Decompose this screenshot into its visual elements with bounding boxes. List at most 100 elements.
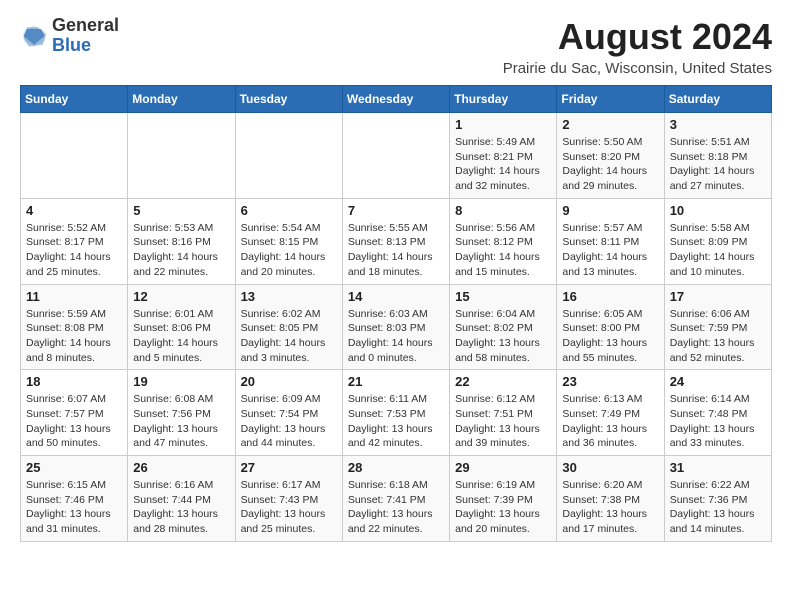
calendar-cell: 21 Sunrise: 6:11 AM Sunset: 7:53 PM Dayli… [342, 370, 449, 456]
day-of-week-header: Thursday [450, 86, 557, 113]
day-number: 18 [26, 374, 122, 389]
calendar-cell: 3 Sunrise: 5:51 AM Sunset: 8:18 PM Daylig… [664, 113, 771, 199]
day-info: Sunrise: 6:14 AM Sunset: 7:48 PM Dayligh… [670, 392, 766, 451]
day-info: Sunrise: 6:11 AM Sunset: 7:53 PM Dayligh… [348, 392, 444, 451]
day-of-week-header: Sunday [21, 86, 128, 113]
title-area: August 2024 Prairie du Sac, Wisconsin, U… [503, 16, 772, 77]
day-info: Sunrise: 6:05 AM Sunset: 8:00 PM Dayligh… [562, 307, 658, 366]
calendar-cell: 31 Sunrise: 6:22 AM Sunset: 7:36 PM Dayli… [664, 456, 771, 542]
day-info: Sunrise: 6:22 AM Sunset: 7:36 PM Dayligh… [670, 478, 766, 537]
day-info: Sunrise: 6:09 AM Sunset: 7:54 PM Dayligh… [241, 392, 337, 451]
calendar-cell: 2 Sunrise: 5:50 AM Sunset: 8:20 PM Daylig… [557, 113, 664, 199]
day-number: 10 [670, 203, 766, 218]
day-number: 6 [241, 203, 337, 218]
day-number: 15 [455, 289, 551, 304]
day-of-week-header: Tuesday [235, 86, 342, 113]
day-info: Sunrise: 6:13 AM Sunset: 7:49 PM Dayligh… [562, 392, 658, 451]
day-info: Sunrise: 6:08 AM Sunset: 7:56 PM Dayligh… [133, 392, 229, 451]
calendar-cell: 6 Sunrise: 5:54 AM Sunset: 8:15 PM Daylig… [235, 198, 342, 284]
day-number: 29 [455, 460, 551, 475]
calendar-cell: 1Sunrise: 5:49 AM Sunset: 8:21 PM Daylig… [450, 113, 557, 199]
day-info: Sunrise: 5:54 AM Sunset: 8:15 PM Dayligh… [241, 221, 337, 280]
calendar-cell: 5 Sunrise: 5:53 AM Sunset: 8:16 PM Daylig… [128, 198, 235, 284]
day-number: 22 [455, 374, 551, 389]
calendar-cell: 11Sunrise: 5:59 AM Sunset: 8:08 PM Dayli… [21, 284, 128, 370]
day-info: Sunrise: 5:51 AM Sunset: 8:18 PM Dayligh… [670, 135, 766, 194]
month-year-title: August 2024 [503, 16, 772, 58]
calendar-cell: 22 Sunrise: 6:12 AM Sunset: 7:51 PM Dayli… [450, 370, 557, 456]
day-info: Sunrise: 6:15 AM Sunset: 7:46 PM Dayligh… [26, 478, 122, 537]
day-info: Sunrise: 6:07 AM Sunset: 7:57 PM Dayligh… [26, 392, 122, 451]
day-number: 7 [348, 203, 444, 218]
day-number: 11 [26, 289, 122, 304]
calendar-cell [342, 113, 449, 199]
day-number: 17 [670, 289, 766, 304]
day-of-week-header: Friday [557, 86, 664, 113]
calendar-cell: 28 Sunrise: 6:18 AM Sunset: 7:41 PM Dayli… [342, 456, 449, 542]
calendar-week-row: 18 Sunrise: 6:07 AM Sunset: 7:57 PM Dayli… [21, 370, 772, 456]
calendar-cell [128, 113, 235, 199]
day-number: 1 [455, 117, 551, 132]
calendar-week-row: 1Sunrise: 5:49 AM Sunset: 8:21 PM Daylig… [21, 113, 772, 199]
calendar-cell: 25 Sunrise: 6:15 AM Sunset: 7:46 PM Dayli… [21, 456, 128, 542]
day-info: Sunrise: 5:58 AM Sunset: 8:09 PM Dayligh… [670, 221, 766, 280]
day-number: 26 [133, 460, 229, 475]
calendar-cell: 12Sunrise: 6:01 AM Sunset: 8:06 PM Dayli… [128, 284, 235, 370]
day-info: Sunrise: 5:57 AM Sunset: 8:11 PM Dayligh… [562, 221, 658, 280]
day-info: Sunrise: 6:04 AM Sunset: 8:02 PM Dayligh… [455, 307, 551, 366]
calendar-cell: 16 Sunrise: 6:05 AM Sunset: 8:00 PM Dayli… [557, 284, 664, 370]
day-info: Sunrise: 6:18 AM Sunset: 7:41 PM Dayligh… [348, 478, 444, 537]
logo-text: General Blue [52, 16, 119, 56]
day-info: Sunrise: 6:16 AM Sunset: 7:44 PM Dayligh… [133, 478, 229, 537]
day-of-week-header: Saturday [664, 86, 771, 113]
day-number: 2 [562, 117, 658, 132]
day-of-week-header: Monday [128, 86, 235, 113]
day-info: Sunrise: 5:55 AM Sunset: 8:13 PM Dayligh… [348, 221, 444, 280]
calendar-cell: 24 Sunrise: 6:14 AM Sunset: 7:48 PM Dayli… [664, 370, 771, 456]
day-number: 13 [241, 289, 337, 304]
calendar-cell: 26 Sunrise: 6:16 AM Sunset: 7:44 PM Dayli… [128, 456, 235, 542]
day-number: 3 [670, 117, 766, 132]
day-number: 16 [562, 289, 658, 304]
day-number: 30 [562, 460, 658, 475]
day-number: 24 [670, 374, 766, 389]
calendar-week-row: 11Sunrise: 5:59 AM Sunset: 8:08 PM Dayli… [21, 284, 772, 370]
day-info: Sunrise: 6:01 AM Sunset: 8:06 PM Dayligh… [133, 307, 229, 366]
calendar-cell: 13Sunrise: 6:02 AM Sunset: 8:05 PM Dayli… [235, 284, 342, 370]
day-info: Sunrise: 6:19 AM Sunset: 7:39 PM Dayligh… [455, 478, 551, 537]
calendar-cell: 30 Sunrise: 6:20 AM Sunset: 7:38 PM Dayli… [557, 456, 664, 542]
header: General Blue August 2024 Prairie du Sac,… [20, 16, 772, 77]
day-number: 21 [348, 374, 444, 389]
day-info: Sunrise: 5:50 AM Sunset: 8:20 PM Dayligh… [562, 135, 658, 194]
calendar-cell: 14Sunrise: 6:03 AM Sunset: 8:03 PM Dayli… [342, 284, 449, 370]
calendar-table: SundayMondayTuesdayWednesdayThursdayFrid… [20, 85, 772, 542]
calendar-cell: 17 Sunrise: 6:06 AM Sunset: 7:59 PM Dayli… [664, 284, 771, 370]
day-info: Sunrise: 6:12 AM Sunset: 7:51 PM Dayligh… [455, 392, 551, 451]
calendar-cell: 4 Sunrise: 5:52 AM Sunset: 8:17 PM Daylig… [21, 198, 128, 284]
day-info: Sunrise: 5:53 AM Sunset: 8:16 PM Dayligh… [133, 221, 229, 280]
day-number: 5 [133, 203, 229, 218]
day-number: 25 [26, 460, 122, 475]
day-info: Sunrise: 5:52 AM Sunset: 8:17 PM Dayligh… [26, 221, 122, 280]
calendar-cell: 19 Sunrise: 6:08 AM Sunset: 7:56 PM Dayli… [128, 370, 235, 456]
day-number: 28 [348, 460, 444, 475]
day-number: 23 [562, 374, 658, 389]
calendar-cell: 18 Sunrise: 6:07 AM Sunset: 7:57 PM Dayli… [21, 370, 128, 456]
day-number: 31 [670, 460, 766, 475]
day-number: 9 [562, 203, 658, 218]
logo-icon [20, 22, 48, 50]
day-number: 27 [241, 460, 337, 475]
calendar-cell: 29 Sunrise: 6:19 AM Sunset: 7:39 PM Dayli… [450, 456, 557, 542]
day-info: Sunrise: 6:17 AM Sunset: 7:43 PM Dayligh… [241, 478, 337, 537]
day-number: 19 [133, 374, 229, 389]
calendar-cell: 8 Sunrise: 5:56 AM Sunset: 8:12 PM Daylig… [450, 198, 557, 284]
day-of-week-header: Wednesday [342, 86, 449, 113]
calendar-week-row: 25 Sunrise: 6:15 AM Sunset: 7:46 PM Dayli… [21, 456, 772, 542]
location-subtitle: Prairie du Sac, Wisconsin, United States [503, 60, 772, 77]
logo: General Blue [20, 16, 119, 56]
day-number: 4 [26, 203, 122, 218]
day-info: Sunrise: 6:06 AM Sunset: 7:59 PM Dayligh… [670, 307, 766, 366]
day-info: Sunrise: 5:56 AM Sunset: 8:12 PM Dayligh… [455, 221, 551, 280]
day-number: 8 [455, 203, 551, 218]
day-info: Sunrise: 6:20 AM Sunset: 7:38 PM Dayligh… [562, 478, 658, 537]
